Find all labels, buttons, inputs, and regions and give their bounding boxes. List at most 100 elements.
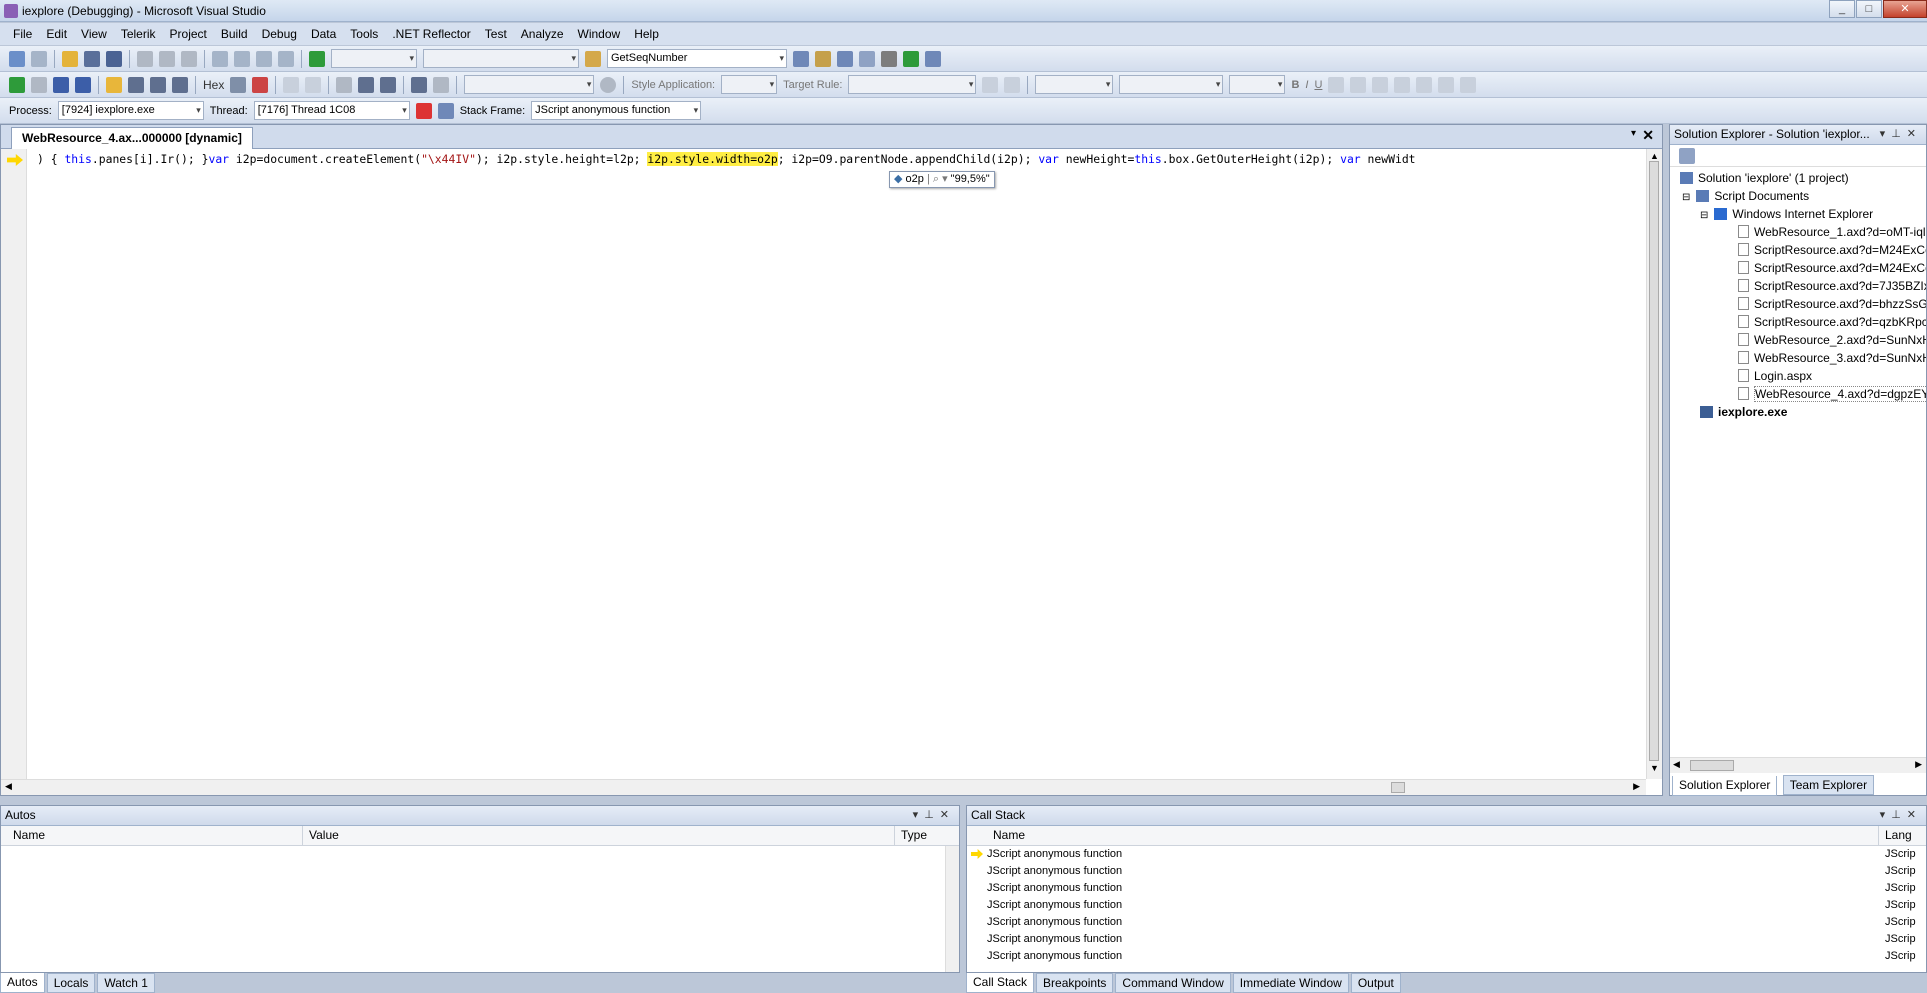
scroll-down-icon[interactable]: ▼ (1650, 763, 1659, 773)
call-stack-row[interactable]: JScript anonymous function JScrip (967, 880, 1926, 897)
column-value[interactable]: Value (303, 826, 895, 845)
process-combo[interactable]: [7924] iexplore.exe (57, 101, 204, 120)
filter-icon[interactable] (437, 102, 454, 119)
close-button[interactable]: ✕ (1883, 0, 1927, 18)
step-over-icon[interactable] (150, 76, 166, 93)
paste-icon[interactable] (181, 50, 197, 67)
solution-platform-combo[interactable] (423, 49, 579, 68)
attach-stylesheet-icon[interactable] (1004, 76, 1021, 93)
tab-watch-1[interactable]: Watch 1 (97, 973, 155, 993)
menu-project[interactable]: Project (163, 27, 214, 41)
remove-format-icon[interactable] (1460, 76, 1477, 93)
stack-frame-combo[interactable]: JScript anonymous function (531, 101, 702, 120)
breakpoint-icon[interactable] (230, 76, 247, 93)
comment-icon[interactable] (283, 76, 300, 93)
stop-debugging-icon[interactable] (53, 76, 69, 93)
document-tab[interactable]: WebResource_4.ax...000000 [dynamic] (11, 127, 253, 149)
open-folder-icon[interactable] (62, 50, 78, 67)
autos-scrollbar[interactable] (945, 846, 959, 972)
show-next-statement-icon[interactable] (106, 76, 122, 93)
maximize-button[interactable]: □ (1856, 0, 1882, 18)
file-node[interactable]: WebResource_2.axd?d=SunNxH (1670, 331, 1926, 349)
call-stack-row[interactable]: JScript anonymous function JScrip (967, 914, 1926, 931)
new-project-icon[interactable] (9, 50, 25, 67)
save-all-icon[interactable] (106, 50, 122, 67)
break-all-icon[interactable] (31, 76, 47, 93)
call-stack-row[interactable]: JScript anonymous function JScrip (967, 846, 1926, 863)
find-combo[interactable]: GetSeqNumber (607, 49, 787, 68)
exe-node[interactable]: iexplore.exe (1670, 403, 1926, 421)
css-properties-icon[interactable] (600, 76, 617, 93)
uncomment-icon[interactable] (305, 76, 322, 93)
menu-telerik[interactable]: Telerik (114, 27, 163, 41)
toggle-flag-icon[interactable] (415, 102, 432, 119)
call-stack-row[interactable]: JScript anonymous function JScrip (967, 897, 1926, 914)
file-node[interactable]: Login.aspx (1670, 367, 1926, 385)
bookmark-next-icon[interactable] (433, 76, 450, 93)
code-line[interactable]: ) { this.panes[i].Ir(); }var i2p=documen… (37, 152, 1416, 167)
close-document-icon[interactable]: ✕ (1642, 127, 1654, 144)
hex-button[interactable]: Hex (203, 78, 224, 92)
scroll-thumb[interactable] (1649, 161, 1659, 761)
se-scroll-right-icon[interactable]: ▶ (1915, 759, 1922, 770)
font-size-combo[interactable] (1229, 75, 1286, 94)
pane-buttons[interactable]: ▾⊥✕ (1880, 806, 1922, 825)
file-node-selected[interactable]: WebResource_4.axd?d=dgpzEYI (1670, 385, 1926, 403)
add-item-icon[interactable] (31, 50, 47, 67)
solution-node[interactable]: Solution 'iexplore' (1 project) (1670, 169, 1926, 187)
menu-build[interactable]: Build (214, 27, 255, 41)
file-node[interactable]: WebResource_1.axd?d=oMT-iql (1670, 223, 1926, 241)
foreground-color-icon[interactable] (1328, 76, 1345, 93)
tab-solution-explorer[interactable]: Solution Explorer (1672, 776, 1778, 796)
underline-button[interactable]: U (1314, 79, 1322, 91)
hyperlink-icon[interactable] (1438, 76, 1455, 93)
tab-autos[interactable]: Autos (0, 973, 45, 993)
menu-net-reflector[interactable]: .NET Reflector (385, 27, 477, 41)
bookmark-icon[interactable] (411, 76, 428, 93)
navigate-forward-icon[interactable] (278, 50, 294, 67)
file-node[interactable]: WebResource_3.axd?d=SunNxH (1670, 349, 1926, 367)
start-debugging-icon[interactable] (309, 50, 325, 67)
cut-icon[interactable] (137, 50, 153, 67)
redo-icon[interactable] (234, 50, 250, 67)
file-node[interactable]: ScriptResource.axd?d=7J35BZIx0 (1670, 277, 1926, 295)
windows-icon[interactable] (925, 50, 941, 67)
tab-immediate-window[interactable]: Immediate Window (1232, 973, 1349, 993)
bullets-icon[interactable] (1394, 76, 1411, 93)
column-name[interactable]: Name (7, 826, 303, 845)
pane-buttons[interactable]: ▾⊥✕ (1880, 125, 1922, 144)
se-scroll-left-icon[interactable]: ◀ (1673, 759, 1680, 770)
step-out-icon[interactable] (172, 76, 188, 93)
minimize-button[interactable]: _ (1829, 0, 1855, 18)
tab-output[interactable]: Output (1350, 973, 1401, 993)
save-icon[interactable] (84, 50, 100, 67)
column-type[interactable]: Type (895, 826, 945, 845)
se-horizontal-scrollbar[interactable]: ◀ ▶ (1670, 757, 1926, 773)
tab-breakpoints[interactable]: Breakpoints (1036, 973, 1114, 993)
continue-icon[interactable] (9, 76, 25, 93)
tab-team-explorer[interactable]: Team Explorer (1782, 775, 1875, 795)
menu-help[interactable]: Help (627, 27, 666, 41)
undo-icon[interactable] (212, 50, 228, 67)
scroll-up-icon[interactable]: ▲ (1650, 151, 1659, 161)
format-icon[interactable] (380, 76, 397, 93)
copy-icon[interactable] (159, 50, 175, 67)
bold-button[interactable]: B (1291, 79, 1299, 91)
menu-window[interactable]: Window (571, 27, 628, 41)
menu-file[interactable]: File (6, 27, 39, 41)
align-icon[interactable] (1372, 76, 1389, 93)
scroll-left-icon[interactable]: ◀ (5, 781, 12, 792)
indicator-margin[interactable] (1, 149, 27, 779)
tab-locals[interactable]: Locals (46, 973, 96, 993)
solution-tree[interactable]: Solution 'iexplore' (1 project) ⊟ Script … (1670, 167, 1926, 421)
start-page-icon[interactable] (903, 50, 919, 67)
menu-edit[interactable]: Edit (39, 27, 74, 41)
windows-breakpoint-icon[interactable] (252, 76, 269, 93)
navigate-backward-icon[interactable] (256, 50, 272, 67)
file-node[interactable]: ScriptResource.axd?d=M24ExCo (1670, 241, 1926, 259)
new-style-icon[interactable] (982, 76, 999, 93)
find-icon[interactable] (793, 50, 809, 67)
target-rule-combo[interactable] (848, 75, 977, 94)
thread-combo[interactable]: [7176] Thread 1C08 (253, 101, 410, 120)
step-into-icon[interactable] (128, 76, 144, 93)
